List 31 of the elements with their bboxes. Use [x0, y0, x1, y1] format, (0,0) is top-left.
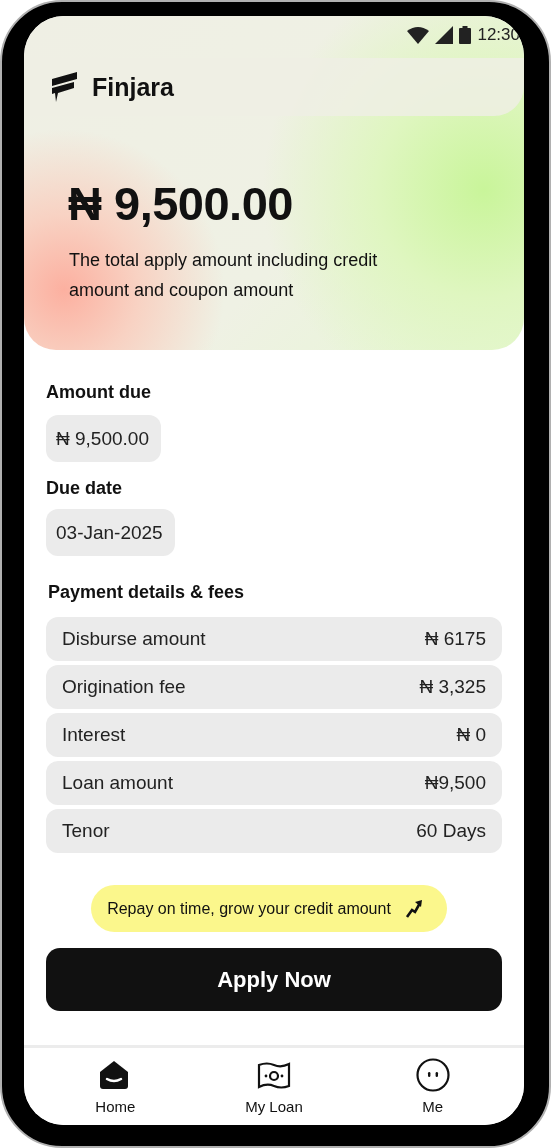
fee-label: Origination fee — [62, 676, 186, 698]
fee-label: Loan amount — [62, 772, 173, 794]
tip-text: Repay on time, grow your credit amount — [107, 899, 391, 918]
amount-description: The total apply amount including credit amount and coupon amount — [69, 250, 378, 300]
nav-tab[interactable]: Home — [60, 1058, 171, 1125]
trend-arrow-icon — [404, 898, 423, 919]
logo-icon — [50, 71, 78, 103]
field-label: Due date — [46, 478, 124, 499]
fee-value: 60 Days — [416, 820, 486, 842]
fee-label: Interest — [62, 724, 126, 746]
fee-value: ₦ 3,325 — [419, 676, 486, 698]
app-name: Finjara — [92, 72, 174, 102]
total-amount: ₦ 9,500.00 — [68, 177, 293, 230]
nav-label: My Loan — [245, 1098, 303, 1115]
nav-label: Home — [95, 1098, 136, 1115]
fee-value: ₦ 0 — [456, 724, 486, 746]
signal-icon — [435, 26, 454, 44]
value-chip: 03-Jan-2025 — [46, 509, 175, 556]
value-chip: ₦ 9,500.00 — [46, 415, 161, 462]
apply-button[interactable]: Apply Now — [46, 948, 502, 1011]
fee-label: Tenor — [62, 820, 110, 842]
fee-value: ₦9,500 — [424, 772, 486, 794]
wifi-icon — [407, 26, 430, 44]
field-label: Amount due — [46, 382, 152, 403]
nav-label: Me — [422, 1098, 444, 1115]
battery-icon — [459, 26, 472, 44]
fee-value: ₦ 6175 — [424, 628, 486, 650]
fee-label: Disburse amount — [62, 628, 206, 650]
nav-tab[interactable]: My Loan — [219, 1058, 329, 1125]
nav-tab[interactable]: Me — [377, 1058, 488, 1125]
field-label: Payment details & fees — [48, 582, 246, 603]
